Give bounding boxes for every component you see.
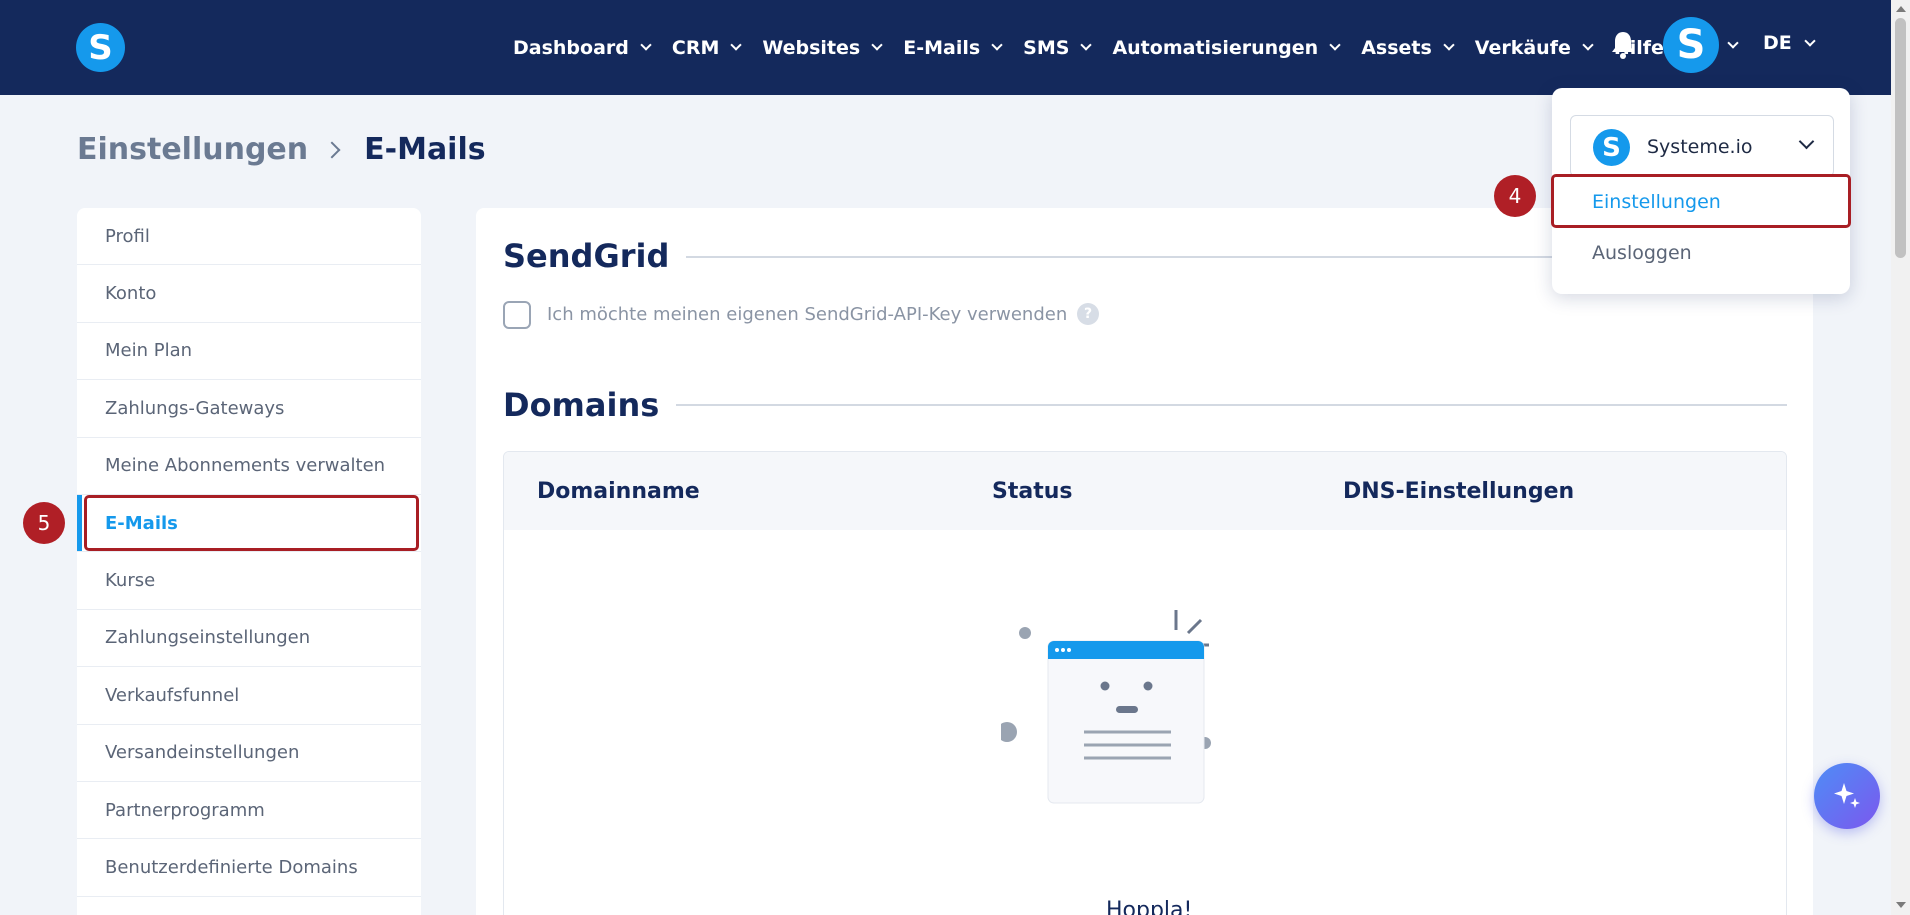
sidebar-item-label: Verkaufsfunnel [105, 684, 240, 706]
annotation-highlight-emails [84, 495, 419, 551]
sendgrid-section-title: SendGrid [503, 237, 670, 275]
account-logo: S [1593, 129, 1630, 166]
annotation-badge-4: 4 [1494, 175, 1536, 217]
sidebar-item-kurse[interactable]: Kurse [77, 552, 421, 610]
help-icon[interactable]: ? [1077, 303, 1099, 325]
chevron-down-icon [1443, 39, 1455, 51]
sidebar-item-zahlungs-gateways[interactable]: Zahlungs-Gateways [77, 380, 421, 438]
column-header-status: Status [992, 479, 1073, 504]
empty-state-illustration [1001, 610, 1211, 804]
nav-emails-label: E-Mails [903, 36, 981, 59]
sidebar-item-label: Zahlungseinstellungen [105, 627, 311, 649]
nav-verkaeufe-label: Verkäufe [1474, 36, 1571, 59]
chevron-down-icon [1080, 39, 1093, 51]
page-title: E-Mails [364, 132, 486, 167]
table-header: Domainname Status DNS-Einstellungen [504, 452, 1786, 530]
sidebar-item-versandeinstellungen[interactable]: Versandeinstellungen [77, 725, 421, 782]
sendgrid-api-key-checkbox[interactable] [503, 301, 531, 329]
sidebar-item-label: Profil [105, 225, 150, 247]
nav-assets-label: Assets [1361, 36, 1432, 59]
sparkle-icon [1834, 783, 1860, 808]
chevron-down-icon [730, 39, 743, 51]
main-nav: Dashboard CRM Websites E-Mails SMS Autom… [513, 0, 1686, 95]
email-settings-card: SendGrid Ich möchte meinen eigenen SendG… [476, 208, 1813, 915]
nav-automatisierungen[interactable]: Automatisierungen [1112, 36, 1341, 59]
annotation-highlight-einstellungen [1551, 174, 1851, 228]
column-header-domainname: Domainname [537, 479, 700, 504]
sidebar-item-abonnements[interactable]: Meine Abonnements verwalten [77, 438, 421, 495]
nav-verkaeufe[interactable]: Verkäufe [1474, 36, 1594, 59]
nav-websites-label: Websites [762, 36, 861, 59]
language-label: DE [1763, 32, 1792, 54]
nav-emails[interactable]: E-Mails [903, 36, 1003, 59]
nav-dashboard-label: Dashboard [513, 36, 629, 59]
chevron-down-icon [1798, 133, 1815, 150]
sidebar-item-label: Meine Abonnements verwalten [105, 455, 386, 477]
systeme-logo[interactable]: S [76, 23, 125, 72]
account-name: Systeme.io [1647, 136, 1753, 158]
scroll-up-arrow-icon[interactable] [1896, 6, 1906, 12]
chevron-down-icon [871, 39, 883, 51]
chevron-down-icon [991, 39, 1003, 51]
nav-dashboard[interactable]: Dashboard [513, 36, 652, 59]
sidebar-item-label: Mein Plan [105, 340, 193, 362]
section-divider [676, 404, 1787, 406]
nav-sms-label: SMS [1023, 36, 1070, 59]
top-navigation-bar: S Dashboard CRM Websites E-Mails SMS Aut… [0, 0, 1910, 95]
sidebar-item-zahlungseinstellungen[interactable]: Zahlungseinstellungen [77, 610, 421, 668]
chevron-down-icon [1329, 39, 1341, 51]
sidebar-item-partnerprogramm[interactable]: Partnerprogramm [77, 782, 421, 840]
language-selector[interactable]: DE [1763, 32, 1816, 54]
column-header-dns: DNS-Einstellungen [1343, 479, 1575, 504]
bell-icon[interactable] [1609, 30, 1637, 60]
chevron-down-icon [640, 39, 652, 51]
sidebar-item-label: Kurse [105, 570, 156, 592]
breadcrumb: Einstellungen E-Mails [77, 132, 486, 167]
account-selector[interactable]: S Systeme.io [1570, 115, 1834, 177]
dropdown-item-ausloggen[interactable]: Ausloggen [1592, 242, 1692, 264]
user-avatar[interactable]: S [1663, 17, 1719, 73]
scroll-down-arrow-icon[interactable] [1896, 902, 1906, 908]
empty-state-text: Hoppla! [1106, 898, 1193, 915]
ai-assistant-button[interactable] [1814, 763, 1880, 829]
chevron-down-icon[interactable] [1727, 37, 1739, 49]
sidebar-item-verkaufsfunnel[interactable]: Verkaufsfunnel [77, 667, 421, 725]
scrollbar-thumb[interactable] [1895, 18, 1906, 258]
sidebar-item-label: Versandeinstellungen [105, 742, 300, 764]
chevron-down-icon [1804, 34, 1816, 47]
sendgrid-checkbox-label[interactable]: Ich möchte meinen eigenen SendGrid-API-K… [547, 304, 1067, 325]
nav-assets[interactable]: Assets [1361, 36, 1455, 59]
scrollbar[interactable] [1891, 0, 1910, 915]
sidebar-item-profil[interactable]: Profil [77, 208, 421, 266]
annotation-badge-5: 5 [23, 502, 65, 544]
sidebar-item-label: Konto [105, 283, 157, 305]
nav-sms[interactable]: SMS [1023, 36, 1093, 59]
sidebar-item-benutzerdefinierte-domains[interactable]: Benutzerdefinierte Domains [77, 839, 421, 897]
breadcrumb-parent[interactable]: Einstellungen [77, 132, 308, 167]
sidebar-item-konto[interactable]: Konto [77, 265, 421, 323]
chevron-down-icon [1582, 39, 1594, 51]
sidebar-item-label: Partnerprogramm [105, 799, 265, 821]
nav-crm[interactable]: CRM [671, 36, 743, 59]
sidebar-item-label: Zahlungs-Gateways [105, 397, 285, 419]
chevron-right-icon [323, 141, 341, 158]
nav-websites[interactable]: Websites [762, 36, 883, 59]
nav-automatisierungen-label: Automatisierungen [1112, 36, 1319, 59]
settings-sidebar: Profil Konto Mein Plan Zahlungs-Gateways… [77, 208, 421, 915]
domains-section-title: Domains [503, 386, 660, 424]
nav-crm-label: CRM [671, 36, 720, 59]
sidebar-item-mein-plan[interactable]: Mein Plan [77, 323, 421, 381]
sidebar-item-label: Benutzerdefinierte Domains [105, 856, 358, 878]
